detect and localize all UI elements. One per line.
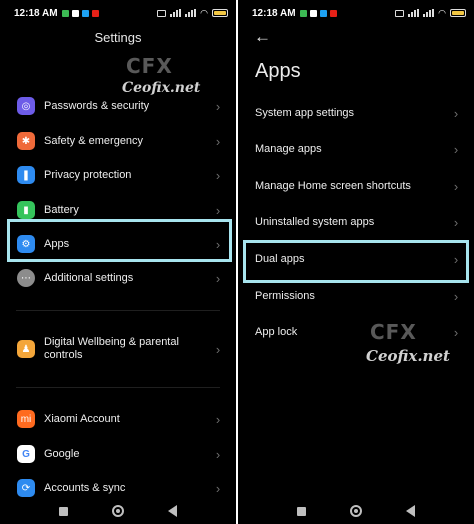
battery-icon [212, 9, 228, 17]
back-button[interactable] [406, 505, 415, 517]
apps-item-manage-home-shortcuts[interactable]: Manage Home screen shortcuts › [238, 176, 474, 196]
fingerprint-icon: ◎ [17, 97, 35, 115]
youtube-icon [329, 9, 337, 17]
watermark-logo: CFX [370, 320, 417, 344]
page-title: Settings [94, 30, 142, 45]
sim-icon [157, 9, 167, 17]
signal-icon [170, 9, 182, 17]
recents-button[interactable] [59, 506, 68, 516]
navigation-bar [238, 498, 474, 524]
apps-item-system-app-settings[interactable]: System app settings › [238, 103, 474, 123]
chevron-right-icon: › [215, 167, 221, 183]
notification-icon [71, 9, 79, 17]
signal-icon [408, 9, 420, 17]
settings-screen: 12:18 AM ◠ Settings CFX Ceofix.net ◎ Pas… [0, 0, 236, 524]
back-button[interactable] [168, 505, 177, 517]
chevron-right-icon: › [215, 411, 221, 427]
settings-item-battery[interactable]: ▮ Battery › [0, 200, 236, 220]
back-arrow-icon[interactable]: ← [254, 28, 271, 46]
settings-item-xiaomi-account[interactable]: mi Xiaomi Account › [0, 409, 236, 429]
notification-icon [309, 9, 317, 17]
recents-button[interactable] [297, 506, 306, 516]
watermark-text: Ceofix.net [122, 80, 201, 96]
apps-item-app-lock[interactable]: App lock › [238, 322, 474, 342]
chevron-right-icon: › [453, 288, 459, 304]
google-icon: G [17, 445, 35, 463]
more-icon: ⋯ [17, 269, 35, 287]
status-bar: 12:18 AM ◠ [238, 0, 474, 26]
settings-item-additional-settings[interactable]: ⋯ Additional settings › [0, 268, 236, 288]
home-button[interactable] [350, 505, 362, 517]
chevron-right-icon: › [215, 480, 221, 496]
signal-icon [423, 9, 435, 17]
apps-item-manage-apps[interactable]: Manage apps › [238, 139, 474, 159]
twitter-icon [319, 9, 327, 17]
settings-item-safety-emergency[interactable]: ✱ Safety & emergency › [0, 131, 236, 151]
chevron-right-icon: › [215, 133, 221, 149]
watermark-logo: CFX [126, 54, 173, 78]
emergency-icon: ✱ [17, 132, 35, 150]
twitter-icon [81, 9, 89, 17]
chevron-right-icon: › [215, 446, 221, 462]
notification-icon [61, 9, 69, 17]
status-bar: 12:18 AM ◠ [0, 0, 236, 26]
chevron-right-icon: › [215, 341, 221, 357]
status-time: 12:18 AM [252, 7, 296, 19]
privacy-icon: ❚ [17, 166, 35, 184]
battery-settings-icon: ▮ [17, 201, 35, 219]
wifi-icon: ◠ [200, 7, 208, 18]
chevron-right-icon: › [453, 141, 459, 157]
notification-icon [299, 9, 307, 17]
apps-item-permissions[interactable]: Permissions › [238, 286, 474, 306]
settings-item-google[interactable]: G Google › [0, 444, 236, 464]
watermark-text: Ceofix.net [366, 347, 450, 365]
xiaomi-icon: mi [17, 410, 35, 428]
chevron-right-icon: › [453, 178, 459, 194]
wellbeing-icon: ♟ [17, 340, 35, 358]
wifi-icon: ◠ [438, 7, 446, 18]
page-title: Apps [255, 60, 301, 82]
settings-item-digital-wellbeing[interactable]: ♟ Digital Wellbeing & parental controls … [0, 336, 236, 362]
chevron-right-icon: › [453, 324, 459, 340]
chevron-right-icon: › [215, 98, 221, 114]
sync-icon: ⟳ [17, 479, 35, 497]
chevron-right-icon: › [215, 202, 221, 218]
navigation-bar [0, 498, 236, 524]
signal-icon [185, 9, 197, 17]
divider [16, 387, 220, 388]
sim-icon [395, 9, 405, 17]
highlight-box [243, 240, 469, 283]
chevron-right-icon: › [215, 270, 221, 286]
status-time: 12:18 AM [14, 7, 58, 19]
apps-item-uninstalled-system-apps[interactable]: Uninstalled system apps › [238, 212, 474, 232]
settings-item-accounts-sync[interactable]: ⟳ Accounts & sync › [0, 478, 236, 498]
chevron-right-icon: › [453, 105, 459, 121]
settings-item-privacy-protection[interactable]: ❚ Privacy protection › [0, 165, 236, 185]
settings-item-passwords-security[interactable]: ◎ Passwords & security › [0, 96, 236, 116]
home-button[interactable] [112, 505, 124, 517]
youtube-icon [91, 9, 99, 17]
divider [16, 310, 220, 311]
battery-icon [450, 9, 466, 17]
apps-screen: 12:18 AM ◠ ← Apps System app settings › … [238, 0, 474, 524]
chevron-right-icon: › [453, 214, 459, 230]
highlight-box [7, 219, 232, 262]
